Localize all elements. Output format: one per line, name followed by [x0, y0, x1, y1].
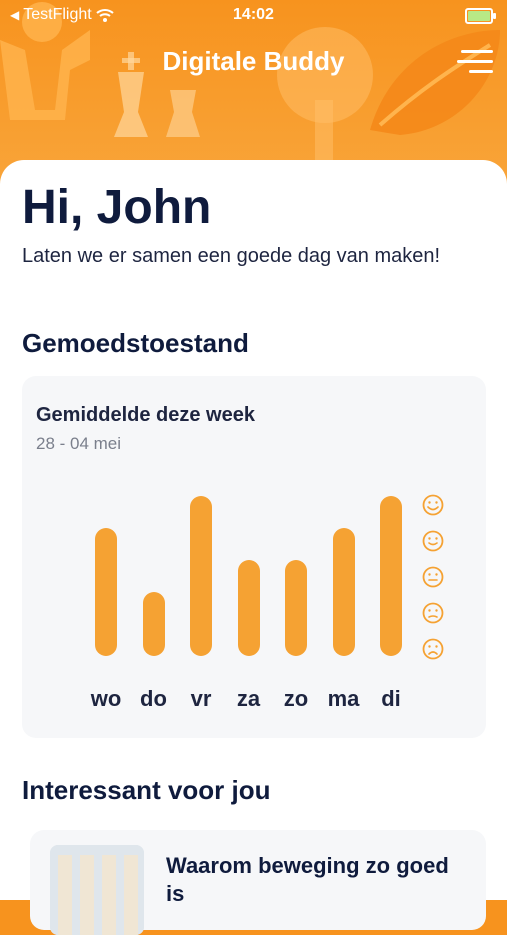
mood-day-label: do — [140, 686, 167, 711]
mood-bar-di — [380, 496, 402, 656]
mood-day-label: wo — [90, 686, 122, 711]
article-thumbnail — [50, 845, 144, 935]
mood-bar-do — [142, 592, 165, 656]
recommended-section-title: Interessant voor jou — [22, 775, 271, 805]
hamburger-icon[interactable] — [457, 48, 493, 76]
mood-day-label: di — [381, 686, 401, 711]
mood-bar-vr — [190, 496, 212, 656]
mood-day-label: zo — [283, 686, 309, 711]
greeting-title: Hi, John — [22, 181, 212, 234]
mood-bar-wo — [95, 528, 117, 656]
mood-day-label: vr — [190, 686, 212, 711]
sad-face-icon — [422, 638, 444, 660]
battery-icon — [465, 8, 496, 24]
status-time: 14:02 — [233, 6, 274, 23]
mood-day-label: ma — [327, 686, 360, 711]
greeting-subtitle: Laten we er samen een goede dag van make… — [22, 245, 441, 267]
mood-chart-card[interactable]: Gemiddelde deze week 28 - 04 mei wo do vr z… — [22, 376, 486, 738]
mood-bar-za — [237, 560, 260, 656]
app-title: Digitale Buddy — [162, 46, 345, 76]
neutral-face-icon — [422, 566, 444, 588]
mood-section-title: Gemoedstoestand — [22, 328, 249, 358]
very-happy-face-icon — [422, 494, 444, 516]
status-bar: ◀ TestFlight 14:02 — [0, 0, 507, 30]
happy-face-icon — [422, 530, 444, 552]
slightly-sad-face-icon — [422, 602, 444, 624]
mood-day-label: za — [236, 686, 261, 711]
mood-bar-ma — [332, 528, 355, 656]
recommended-item[interactable]: Waarom beweging zo goed is — [30, 830, 486, 935]
leaf-silhouette-icon — [370, 30, 500, 135]
mood-date-range: 28 - 04 mei — [36, 434, 122, 453]
mood-bar-zo — [285, 560, 307, 656]
mood-card-title: Gemiddelde deze week — [36, 404, 255, 426]
